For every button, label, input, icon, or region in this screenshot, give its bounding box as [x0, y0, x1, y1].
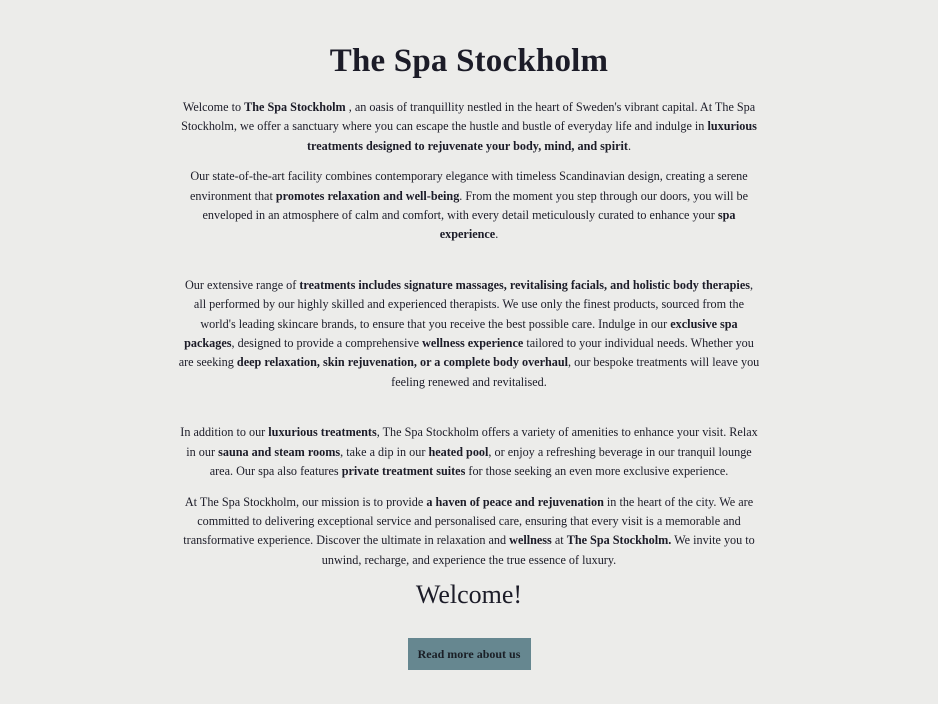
text-segment: at	[551, 533, 567, 548]
text-segment: At The Spa Stockholm, our mission is to …	[184, 494, 427, 509]
mission-paragraph: At The Spa Stockholm, our mission is to …	[178, 493, 760, 571]
page-title: The Spa Stockholm	[329, 43, 609, 79]
bold-text: luxurious treatments	[268, 425, 377, 440]
bold-text: treatments includes signature massages, …	[299, 277, 750, 292]
bold-text: wellness	[509, 533, 552, 548]
bold-text: private treatment suites	[341, 464, 466, 479]
bold-text: deep relaxation, skin rejuvenation, or a…	[236, 355, 569, 370]
text-segment: Our extensive range of	[184, 277, 300, 292]
text-segment: , take a dip in our	[340, 444, 429, 459]
bold-text: promotes relaxation and well-being	[275, 188, 460, 203]
text-segment: .	[627, 138, 631, 153]
bold-text: The Spa Stockholm.	[566, 533, 672, 548]
text-segment: , designed to provide a comprehensive	[231, 336, 423, 351]
welcome-heading: Welcome!	[415, 580, 523, 610]
bold-text: wellness experience	[422, 336, 524, 351]
facility-paragraph: Our state-of-the-art facility combines c…	[178, 167, 760, 245]
main-content: The Spa Stockholm Welcome to The Spa Sto…	[178, 0, 760, 671]
amenities-paragraph: In addition to our luxurious treatments,…	[178, 423, 760, 481]
bold-text: a haven of peace and rejuvenation	[426, 494, 604, 509]
text-segment: for those seeking an even more exclusive…	[465, 464, 729, 479]
treatments-paragraph: Our extensive range of treatments includ…	[178, 276, 760, 392]
text-segment: In addition to our	[180, 425, 269, 440]
bold-text: heated pool	[428, 444, 489, 459]
read-more-button[interactable]: Read more about us	[407, 638, 531, 671]
text-segment: Welcome to	[182, 100, 245, 114]
text-segment: .	[495, 227, 499, 242]
bold-text: sauna and steam rooms	[218, 444, 341, 459]
intro-paragraph: Welcome to The Spa Stockholm , an oasis …	[178, 98, 760, 156]
bold-text: The Spa Stockholm	[244, 100, 346, 114]
